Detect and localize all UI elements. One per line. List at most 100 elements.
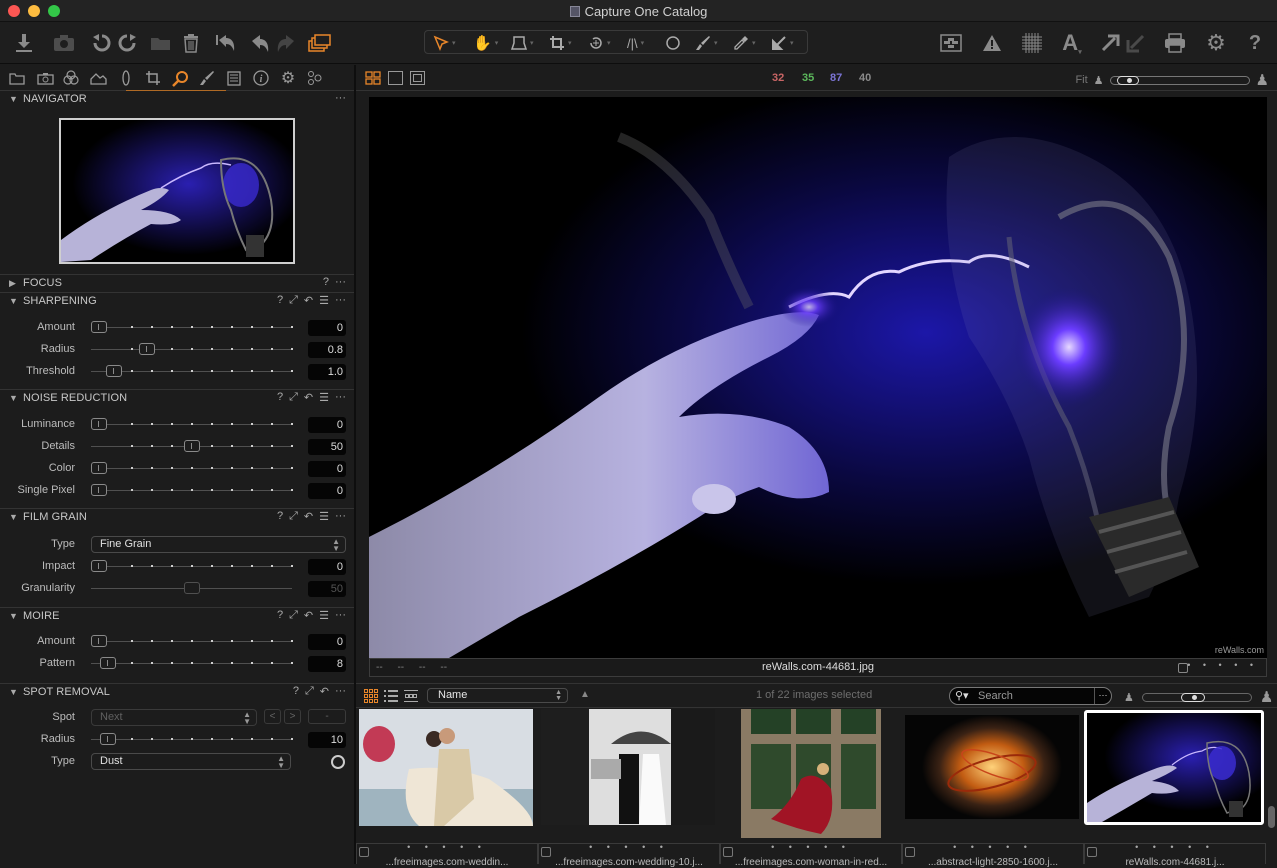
apply-adjustments-icon[interactable] — [1122, 30, 1150, 56]
slider-knob[interactable] — [184, 440, 200, 452]
viewer-star-rating[interactable]: • • • • • — [1187, 660, 1258, 670]
navigator-preview[interactable] — [59, 118, 295, 264]
granularity-slider[interactable] — [91, 582, 292, 594]
granularity-value-field[interactable]: 50 — [308, 581, 346, 597]
section-menu-icon[interactable]: ··· — [335, 294, 346, 307]
radius-slider[interactable] — [91, 343, 293, 355]
zoom-out-person-icon[interactable]: ♟ — [1094, 74, 1104, 87]
proof-margin-icon[interactable] — [410, 71, 425, 85]
reset-icon[interactable] — [211, 30, 239, 56]
select-cursor-icon[interactable]: ▾ — [433, 33, 456, 53]
film-grain-type-select[interactable]: Fine Grain ▲ ▼ — [91, 536, 346, 553]
redo-icon[interactable] — [272, 30, 300, 56]
section-menu-icon[interactable]: ··· — [335, 276, 346, 288]
spot-radius-slider[interactable] — [91, 733, 293, 745]
help-icon[interactable]: ? — [277, 510, 283, 523]
single-pixel-slider[interactable] — [91, 484, 293, 496]
composition-tab-icon[interactable] — [143, 69, 163, 87]
local-adjustments-tab-icon[interactable] — [197, 69, 217, 87]
slider-knob[interactable] — [100, 657, 116, 669]
slider-knob[interactable] — [100, 733, 116, 745]
thumbnail-size-slider[interactable] — [1141, 692, 1252, 702]
slider-knob[interactable] — [91, 635, 107, 647]
crop-tool-icon[interactable]: ▾ — [549, 33, 572, 53]
loupe-tool-icon[interactable]: ▾ — [511, 33, 534, 53]
help-icon[interactable]: ? — [323, 276, 329, 288]
remove-spot-button[interactable]: - — [308, 709, 346, 724]
exposure-tab-icon[interactable] — [88, 69, 108, 87]
metadata-tab-icon[interactable]: i — [251, 69, 271, 87]
thumbnail-wedding-umbrella[interactable] — [541, 709, 715, 825]
before-after-icon[interactable] — [937, 30, 965, 56]
spot-removal-cursor-icon[interactable] — [331, 755, 345, 769]
camera-icon[interactable] — [50, 30, 78, 56]
color-value-field[interactable]: 0 — [308, 461, 346, 477]
exposure-warning-icon[interactable] — [978, 30, 1006, 56]
help-icon[interactable]: ? — [1241, 30, 1269, 56]
threshold-value-field[interactable]: 1.0 — [308, 364, 346, 380]
multi-view-icon[interactable] — [365, 71, 381, 88]
color-picker-icon[interactable]: ▾ — [733, 33, 756, 53]
color-slider[interactable] — [91, 462, 293, 474]
panel-splitter[interactable] — [354, 65, 356, 864]
presets-icon[interactable]: ☰ — [319, 391, 329, 404]
small-thumb-icon[interactable]: ♟ — [1124, 691, 1134, 704]
color-tab-icon[interactable] — [61, 69, 81, 87]
zoom-in-person-icon[interactable]: ♟ — [1256, 71, 1269, 89]
section-menu-icon[interactable]: ··· — [335, 685, 346, 698]
details-tab-icon[interactable] — [170, 69, 190, 87]
copy-apply-tool-icon[interactable]: ▾ — [771, 33, 794, 53]
expand-icon[interactable]: ⤢ — [305, 685, 314, 698]
thumb-star-rating[interactable]: • • • • • — [721, 842, 901, 852]
film-grain-header[interactable]: ▼ FILM GRAIN — [9, 511, 87, 523]
search-options-icon[interactable]: ··· — [1094, 688, 1111, 704]
spot-radius-value-field[interactable]: 10 — [308, 732, 346, 748]
next-spot-button[interactable]: > — [284, 709, 301, 724]
sort-direction-icon[interactable]: ▲ — [580, 689, 590, 700]
grid-view-icon[interactable] — [364, 689, 378, 706]
luminance-slider[interactable] — [91, 418, 293, 430]
sharpening-header[interactable]: ▼ SHARPENING — [9, 295, 97, 307]
impact-slider[interactable] — [91, 560, 293, 572]
zoom-slider-knob[interactable] — [1116, 75, 1139, 85]
thumbnail-wedding-kiss[interactable] — [359, 709, 533, 826]
slider-knob[interactable] — [184, 582, 200, 594]
large-thumb-icon[interactable]: ♟ — [1260, 688, 1273, 706]
amount-slider[interactable] — [91, 321, 293, 333]
moire-amount-value-field[interactable]: 0 — [308, 634, 346, 650]
undo-icon[interactable] — [246, 30, 274, 56]
spot-removal-header[interactable]: ▼ SPOT REMOVAL — [9, 686, 110, 698]
help-icon[interactable]: ? — [277, 391, 283, 404]
reset-icon[interactable]: ↶ — [304, 510, 313, 523]
thumbnail-size-knob[interactable] — [1180, 692, 1205, 702]
navigator-menu-icon[interactable]: ··· — [335, 92, 346, 104]
viewer-zoom-slider[interactable] — [1109, 75, 1250, 85]
list-view-icon[interactable] — [384, 689, 398, 706]
thumb-star-rating[interactable]: • • • • • — [903, 842, 1083, 852]
amount-value-field[interactable]: 0 — [308, 320, 346, 336]
pattern-slider[interactable] — [91, 657, 293, 669]
section-menu-icon[interactable]: ··· — [335, 510, 346, 523]
details-value-field[interactable]: 50 — [308, 439, 346, 455]
focus-header[interactable]: ▶ FOCUS — [9, 277, 62, 289]
expand-icon[interactable]: ⤢ — [289, 294, 298, 307]
presets-icon[interactable]: ☰ — [319, 294, 329, 307]
expand-icon[interactable]: ⤢ — [289, 391, 298, 404]
batch-tab-icon[interactable] — [305, 69, 325, 87]
main-image-viewer[interactable]: reWalls.com — [369, 97, 1267, 658]
spot-type-select[interactable]: Dust ▲ ▼ — [91, 753, 291, 770]
slider-knob[interactable] — [91, 484, 107, 496]
navigator-header[interactable]: ▼ NAVIGATOR — [9, 93, 87, 105]
moire-amount-slider[interactable] — [91, 635, 293, 647]
fit-zoom-label[interactable]: Fit — [1075, 74, 1087, 86]
brush-tool-icon[interactable]: ▾ — [695, 33, 718, 53]
thumbnail-red-dress[interactable] — [741, 709, 881, 838]
import-icon[interactable] — [10, 30, 38, 56]
single-pixel-value-field[interactable]: 0 — [308, 483, 346, 499]
slider-knob[interactable] — [91, 462, 107, 474]
settings-gear-icon[interactable]: ⚙ — [1202, 30, 1230, 56]
expand-icon[interactable]: ⤢ — [289, 510, 298, 523]
slider-knob[interactable] — [91, 321, 107, 333]
slider-knob[interactable] — [139, 343, 155, 355]
help-icon[interactable]: ? — [277, 609, 283, 622]
